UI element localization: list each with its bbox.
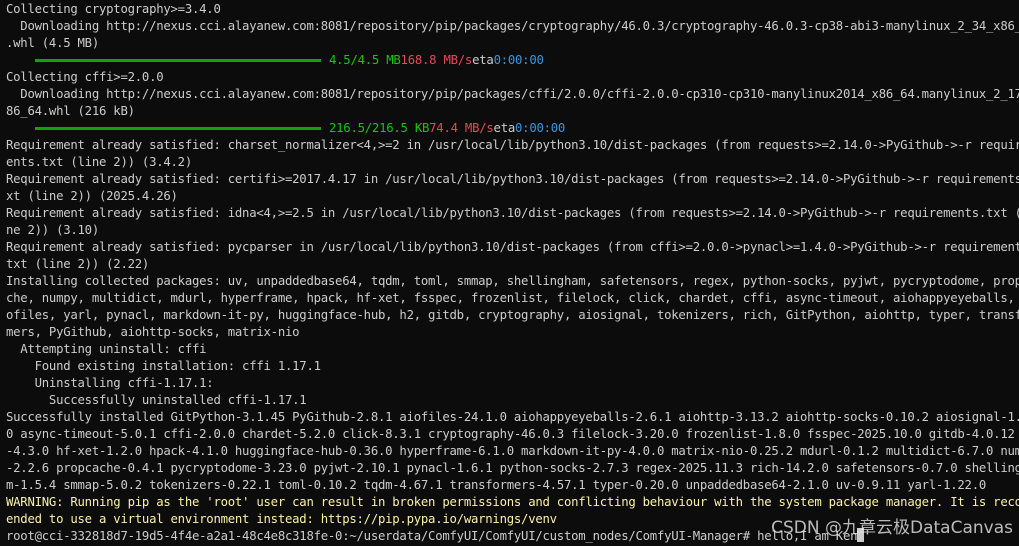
output-line: -4.3.0 hf-xet-1.2.0 hpack-4.1.0 huggingf… — [6, 444, 1019, 458]
output-line: Collecting cryptography>=3.4.0 — [6, 2, 221, 16]
progress-eta: 0:00:00 — [515, 121, 566, 135]
progress-eta: 0:00:00 — [493, 53, 544, 67]
output-line: ofiles, yarl, pynacl, markdown-it-py, hu… — [6, 308, 1019, 322]
output-line: ents.txt (line 2)) (3.4.2) — [6, 155, 192, 169]
progress-speed: 168.8 MB/s — [400, 53, 473, 67]
output-line: 86_64.whl (216 kB) — [6, 104, 135, 118]
output-line: Successfully uninstalled cffi-1.17.1 — [6, 393, 307, 407]
output-line: Requirement already satisfied: charset_n… — [6, 138, 1019, 152]
output-line: Requirement already satisfied: pycparser… — [6, 240, 1019, 254]
output-line: Successfully installed GitPython-3.1.45 … — [6, 410, 1019, 424]
output-line: txt (line 2)) (2.22) — [6, 257, 150, 271]
output-line: m-1.5.4 smmap-5.0.2 tokenizers-0.22.1 to… — [6, 478, 987, 492]
output-line: Installing collected packages: uv, unpad… — [6, 274, 1019, 288]
output-line: Downloading http://nexus.cci.alayanew.co… — [6, 87, 1019, 101]
watermark: CSDN @九章云极DataCanvas — [771, 518, 1013, 538]
progress-row-cffi: 216.5/216.5 KB 74.4 MB/s eta 0:00:00 — [6, 120, 1019, 137]
progress-bar — [35, 127, 321, 130]
output-line: Requirement already satisfied: certifi>=… — [6, 172, 1019, 186]
output-line: Downloading http://nexus.cci.alayanew.co… — [6, 19, 1019, 33]
output-line: Collecting cffi>=2.0.0 — [6, 70, 164, 84]
output-line: Uninstalling cffi-1.17.1: — [6, 376, 214, 390]
output-line: Found existing installation: cffi 1.17.1 — [6, 359, 321, 373]
progress-eta-label: eta — [472, 53, 494, 67]
output-line: mers, PyGithub, aiohttp-socks, matrix-ni… — [6, 325, 300, 339]
terminal-output[interactable]: Collecting cryptography>=3.4.0 Downloadi… — [0, 0, 1019, 546]
warning-line: WARNING: Running pip as the 'root' user … — [6, 495, 1019, 509]
output-line: che, numpy, multidict, mdurl, hyperframe… — [6, 291, 1019, 305]
output-line: .whl (4.5 MB) — [6, 36, 99, 50]
shell-prompt: root@cci-332818d7-19d5-4f4e-a2a1-48c4e8c… — [6, 529, 758, 543]
output-line: ne 2)) (3.10) — [6, 223, 99, 237]
progress-size: 216.5/216.5 KB — [329, 121, 430, 135]
output-line: 0 async-timeout-5.0.1 cffi-2.0.0 chardet… — [6, 427, 1019, 441]
progress-row-cryptography: 4.5/4.5 MB 168.8 MB/s eta 0:00:00 — [6, 52, 1019, 69]
output-line: Requirement already satisfied: idna<4,>=… — [6, 206, 1019, 220]
progress-size: 4.5/4.5 MB — [329, 53, 401, 67]
output-line: -2.2.6 propcache-0.4.1 pycryptodome-3.23… — [6, 461, 1019, 475]
progress-bar — [35, 59, 321, 62]
output-line: xt (line 2)) (2025.4.26) — [6, 189, 178, 203]
output-line: Attempting uninstall: cffi — [6, 342, 207, 356]
progress-eta-label: eta — [493, 121, 516, 135]
progress-speed: 74.4 MB/s — [429, 121, 494, 135]
